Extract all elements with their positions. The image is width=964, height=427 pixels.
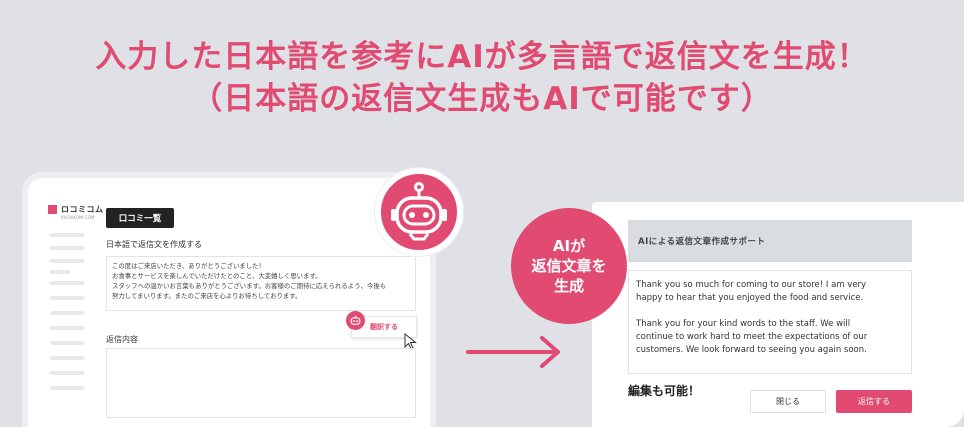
reply-line: Thank you so much for coming to our stor… [636, 280, 867, 290]
sidebar-item[interactable] [50, 233, 84, 237]
reply-line: continue to work hard to meet the expect… [636, 332, 868, 342]
sidebar-item[interactable] [50, 259, 84, 263]
sidebar-item[interactable] [50, 341, 84, 345]
reply-line [636, 305, 904, 318]
reply-label: 返信内容 [106, 335, 138, 344]
reply-line: customers. We look forward to seeing you… [636, 345, 867, 355]
tab-reviews[interactable]: 口コミ一覧 [106, 208, 174, 228]
bubble-line1: AIが [552, 237, 586, 255]
japanese-input[interactable]: この度はご来店いただき、ありがとうございました！ お食事とサービスを楽しんでいた… [106, 256, 416, 311]
sidebar-item[interactable] [50, 386, 84, 390]
send-reply-button[interactable]: 返信する [836, 390, 912, 413]
sidebar-item[interactable] [50, 246, 84, 250]
sidebar-item[interactable] [50, 371, 84, 375]
app-window: ロコミコム KUCHIKOMI.COM 口コミ一覧 日本語で返信文を作成する こ… [28, 178, 430, 427]
sidebar-item[interactable] [50, 281, 84, 285]
sidebar-item[interactable] [50, 326, 84, 330]
review-line: 努力してまいります。またのご来店を心よりお待ちしております。 [112, 292, 302, 300]
headline-line1: 入力した日本語を参考にAIが多言語で返信文を生成！ [95, 39, 869, 75]
ai-generate-bubble: AIが 返信文章を 生成 [511, 208, 627, 324]
bubble-line2: 返信文章を [531, 257, 607, 275]
compose-label: 日本語で返信文を作成する [106, 240, 202, 249]
reply-line: Thank you for your kind words to the sta… [636, 319, 851, 329]
bubble-line3: 生成 [553, 277, 584, 295]
review-line: お食事とサービスを楽しんでいただけたとのこと、大変嬉しく思います。 [112, 272, 322, 280]
review-line: この度はご来店いただき、ありがとうございました！ [112, 262, 265, 270]
logo-mark [48, 205, 57, 214]
modal-title: AIによる返信文章作成サポート [628, 220, 912, 262]
editable-note: 編集も可能！ [628, 384, 701, 398]
headline-line2: （日本語の返信文生成もAIで可能です） [191, 81, 773, 117]
arrow-right-icon [466, 336, 560, 368]
logo-text: ロコミコム [61, 205, 104, 214]
canvas: 入力した日本語を参考にAIが多言語で返信文を生成！ （日本語の返信文生成もAIで… [0, 0, 964, 427]
close-button[interactable]: 閉じる [750, 390, 826, 413]
sidebar-item[interactable] [50, 270, 70, 274]
generated-reply-text[interactable]: Thank you so much for coming to our stor… [628, 270, 912, 374]
review-line: スタッフへの温かいお言葉もありがとうございます。お客様のご期待に応えられるよう、… [112, 282, 387, 290]
ai-reply-modal: AIによる返信文章作成サポート Thank you so much for co… [592, 202, 964, 427]
robot-icon [391, 182, 447, 241]
robot-icon [346, 311, 365, 330]
reply-line: happy to hear that you enjoyed the food … [636, 293, 864, 303]
translate-label: 翻訳する [370, 323, 398, 331]
robot-badge [375, 168, 463, 256]
reply-input[interactable] [106, 348, 416, 418]
logo: ロコミコム [48, 204, 104, 215]
sidebar-item[interactable] [50, 356, 84, 360]
headline: 入力した日本語を参考にAIが多言語で返信文を生成！ （日本語の返信文生成もAIで… [0, 36, 964, 120]
sidebar-item[interactable] [50, 296, 84, 300]
sidebar-item[interactable] [50, 311, 84, 315]
logo-subtext: KUCHIKOMI.COM [61, 215, 95, 220]
